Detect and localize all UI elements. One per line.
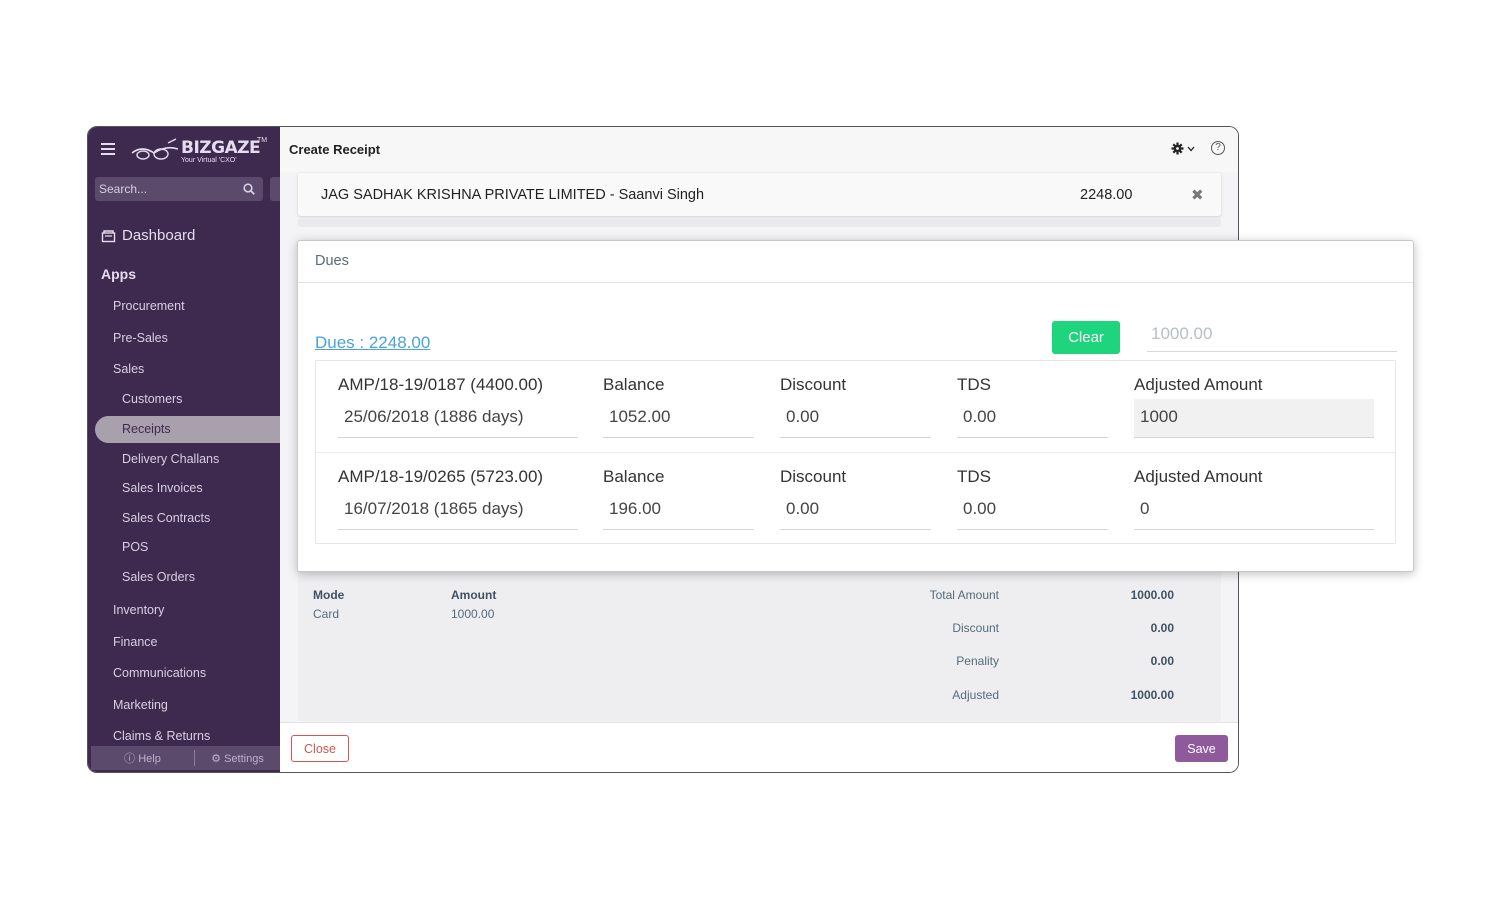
discount-field[interactable]: 0.00: [780, 399, 931, 438]
total-amount-value: 1000.00: [1130, 588, 1174, 602]
discount-header: Discount: [780, 375, 847, 394]
help-circle-icon[interactable]: ?: [1211, 141, 1225, 155]
search-stub: [270, 177, 280, 201]
search-input[interactable]: [99, 180, 234, 198]
nav-apps-heading: Apps: [101, 266, 136, 282]
due-row: AMP/18-19/0265 (5723.00) 16/07/2018 (186…: [316, 452, 1395, 543]
settings-label: Settings: [224, 752, 264, 765]
clear-button[interactable]: Clear: [1052, 321, 1120, 354]
discount-value: 0.00: [1150, 621, 1174, 635]
customer-card: JAG SADHAK KRISHNA PRIVATE LIMITED - Saa…: [298, 173, 1221, 216]
discount-field[interactable]: 0.00: [780, 491, 931, 530]
nav-receipts[interactable]: Receipts: [95, 416, 285, 443]
page-title: Create Receipt: [289, 142, 381, 157]
settings-link[interactable]: ⚙ Settings: [195, 752, 280, 765]
due-row: AMP/18-19/0187 (4400.00) 25/06/2018 (188…: [316, 361, 1395, 452]
dashboard-icon: [101, 229, 116, 242]
nav-finance[interactable]: Finance: [113, 635, 157, 649]
mode-header: Mode: [313, 588, 345, 602]
invoice-number: AMP/18-19/0265 (5723.00): [338, 467, 544, 486]
amount-value: 1000.00: [451, 607, 495, 621]
help-label: Help: [138, 753, 161, 765]
nav-communications[interactable]: Communications: [113, 666, 206, 680]
amount-input[interactable]: [1147, 316, 1397, 352]
customer-name: JAG SADHAK KRISHNA PRIVATE LIMITED - Saa…: [321, 187, 705, 203]
payment-summary: Mode Card Amount 1000.00 Total Amount 10…: [298, 567, 1221, 721]
nav-sales-invoices[interactable]: Sales Invoices: [122, 481, 203, 495]
discount-label: Discount: [952, 621, 999, 635]
balance-value: 196.00: [603, 491, 754, 530]
adjusted-label: Adjusted: [952, 688, 999, 702]
nav-procurement[interactable]: Procurement: [113, 299, 185, 313]
adjusted-amount-field[interactable]: 1000: [1134, 399, 1374, 438]
settings-menu[interactable]: [1171, 142, 1195, 155]
settings-icon: ⚙: [211, 752, 225, 765]
nav-delivery-challans[interactable]: Delivery Challans: [122, 452, 219, 466]
nav-sales[interactable]: Sales: [113, 362, 144, 376]
invoice-date: 25/06/2018 (1886 days): [338, 399, 578, 438]
main-header: Create Receipt ?: [280, 127, 1238, 172]
penality-label: Penality: [956, 654, 999, 668]
dues-table: AMP/18-19/0187 (4400.00) 25/06/2018 (188…: [315, 360, 1396, 544]
tds-field[interactable]: 0.00: [957, 399, 1108, 438]
balance-header: Balance: [603, 467, 665, 486]
owl-logo-icon: [131, 138, 179, 160]
save-button[interactable]: Save: [1175, 735, 1228, 762]
adjusted-amount-header: Adjusted Amount: [1134, 467, 1263, 486]
sidebar-footer: ⓘ Help ⚙ Settings: [91, 746, 280, 770]
nav-sales-contracts[interactable]: Sales Contracts: [122, 511, 210, 525]
card-strip: [298, 219, 1221, 227]
help-link[interactable]: ⓘ Help: [91, 750, 195, 766]
invoice-date: 16/07/2018 (1865 days): [338, 491, 578, 530]
dues-modal: Dues Dues : 2248.00 Clear AMP/18-19/0187…: [297, 240, 1414, 572]
adjusted-value: 1000.00: [1130, 688, 1174, 702]
brand-tm: TM: [257, 137, 268, 144]
nav-inventory[interactable]: Inventory: [113, 603, 164, 617]
search-box: [95, 177, 263, 201]
balance-header: Balance: [603, 375, 665, 394]
modal-divider: [298, 282, 1413, 283]
dues-total-link[interactable]: Dues : 2248.00: [315, 333, 430, 353]
mode-value: Card: [313, 607, 340, 621]
gear-icon: [1171, 142, 1184, 155]
nav-dashboard[interactable]: Dashboard: [101, 227, 195, 244]
nav-marketing[interactable]: Marketing: [113, 698, 168, 712]
brand-logo: BIZGAZE TM Your Virtual 'CXO': [130, 137, 270, 167]
penality-value: 0.00: [1150, 654, 1174, 668]
close-icon[interactable]: ✖: [1191, 186, 1204, 204]
nav-customers[interactable]: Customers: [122, 392, 182, 406]
amount-header: Amount: [451, 588, 497, 602]
close-button[interactable]: Close: [291, 735, 349, 762]
customer-amount: 2248.00: [1080, 187, 1133, 203]
tds-field[interactable]: 0.00: [957, 491, 1108, 530]
sidebar: BIZGAZE TM Your Virtual 'CXO' Dashboard …: [88, 127, 285, 772]
modal-title: Dues: [315, 253, 349, 269]
nav-pos[interactable]: POS: [122, 540, 148, 554]
nav-dashboard-label: Dashboard: [122, 227, 196, 244]
help-icon: ⓘ: [124, 753, 139, 765]
brand-name: BIZGAZE: [181, 138, 261, 158]
adjusted-amount-header: Adjusted Amount: [1134, 375, 1263, 394]
adjusted-amount-field[interactable]: 0: [1134, 491, 1374, 530]
nav-sales-orders[interactable]: Sales Orders: [122, 570, 195, 584]
total-amount-label: Total Amount: [929, 588, 999, 602]
tds-header: TDS: [957, 467, 991, 486]
chevron-down-icon: [1187, 146, 1195, 151]
balance-value: 1052.00: [603, 399, 754, 438]
invoice-number: AMP/18-19/0187 (4400.00): [338, 375, 544, 394]
menu-icon[interactable]: [101, 143, 115, 158]
discount-header: Discount: [780, 467, 847, 486]
nav-receipts-label: Receipts: [122, 422, 171, 436]
search-icon[interactable]: [243, 183, 255, 195]
nav-claims-returns[interactable]: Claims & Returns: [113, 729, 210, 743]
main-footer: Close Save: [280, 722, 1238, 772]
tds-header: TDS: [957, 375, 991, 394]
nav-pre-sales[interactable]: Pre-Sales: [113, 331, 168, 345]
brand-tagline: Your Virtual 'CXO': [181, 157, 237, 164]
